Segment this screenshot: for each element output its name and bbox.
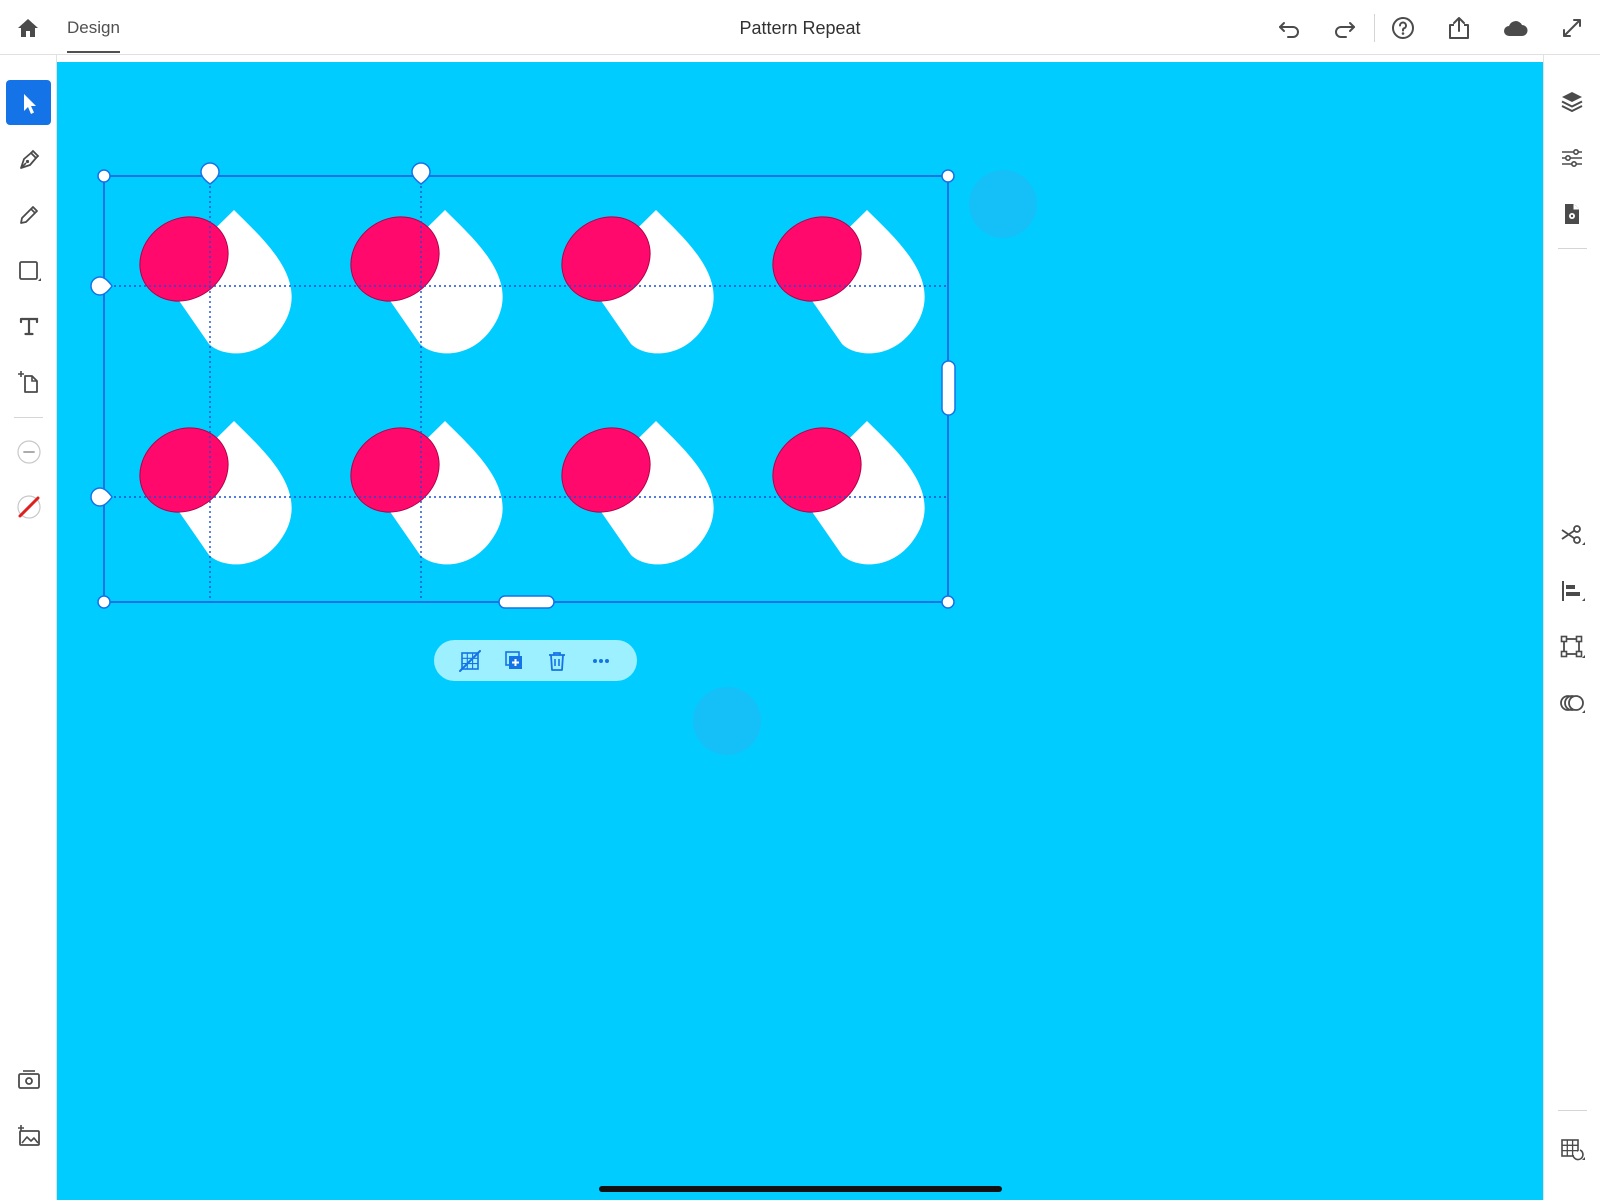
pen-tool-icon[interactable] [6,136,51,181]
resize-handle [941,595,955,609]
shape-tool-icon[interactable] [6,248,51,293]
repeat-horizontal-handle [941,360,956,416]
top-bar: Design Pattern Repeat [0,0,1600,55]
left-toolbar [0,55,57,1200]
delete-icon[interactable] [542,646,572,676]
stroke-swatch-icon[interactable] [6,429,51,474]
capsule-shape[interactable] [755,199,926,354]
toolbar-separator [14,417,43,418]
repeat-grid-group[interactable] [57,62,1543,1200]
capsule-shape[interactable] [544,410,715,565]
transform-icon[interactable] [1552,627,1592,667]
align-icon[interactable] [1552,571,1592,611]
ungroup-repeat-icon[interactable] [455,646,485,676]
add-image-icon[interactable] [6,1113,51,1158]
column-gap-handle [411,162,431,185]
fill-swatch-icon[interactable] [6,484,51,529]
toolbar-separator [1558,1110,1587,1111]
row-gap-handle [90,487,113,507]
pencil-tool-icon[interactable] [6,192,51,237]
resize-handle [97,169,111,183]
row-gap-handle [90,276,113,296]
capsule-shape[interactable] [122,199,293,354]
artboard-canvas[interactable] [57,62,1543,1200]
pattern-tiles [122,199,926,565]
tab-design[interactable]: Design [67,18,120,53]
select-tool-icon[interactable] [6,80,51,125]
capsule-shape[interactable] [755,410,926,565]
duplicate-icon[interactable] [499,646,529,676]
home-indicator [599,1186,1002,1192]
combine-shapes-icon[interactable] [1552,683,1592,723]
resize-handle [97,595,111,609]
column-gap-handle [200,162,220,185]
capsule-shape[interactable] [333,199,504,354]
capsule-shape[interactable] [544,199,715,354]
right-toolbar [1543,55,1600,1200]
document-settings-icon[interactable] [1552,194,1592,234]
capsule-shape[interactable] [333,410,504,565]
undo-icon[interactable] [1275,14,1303,42]
cloud-icon[interactable] [1501,14,1529,42]
resize-handle [941,169,955,183]
repeat-vertical-handle [498,595,555,609]
toolbar-divider [1374,14,1375,42]
fullscreen-icon[interactable] [1558,14,1586,42]
capsule-shape[interactable] [122,410,293,565]
help-icon[interactable] [1389,14,1417,42]
context-action-bar [434,640,637,681]
place-file-icon[interactable] [6,359,51,404]
text-tool-icon[interactable] [6,303,51,348]
document-title: Pattern Repeat [739,18,861,38]
more-options-icon[interactable] [586,646,616,676]
repeat-grid-icon[interactable] [1552,1130,1592,1170]
camera-icon[interactable] [6,1057,51,1102]
layers-icon[interactable] [1552,82,1592,122]
home-icon[interactable] [16,16,40,40]
toolbar-separator [1558,248,1587,249]
share-icon[interactable] [1445,14,1473,42]
redo-icon[interactable] [1331,14,1359,42]
cut-icon[interactable] [1552,515,1592,555]
properties-icon[interactable] [1552,138,1592,178]
